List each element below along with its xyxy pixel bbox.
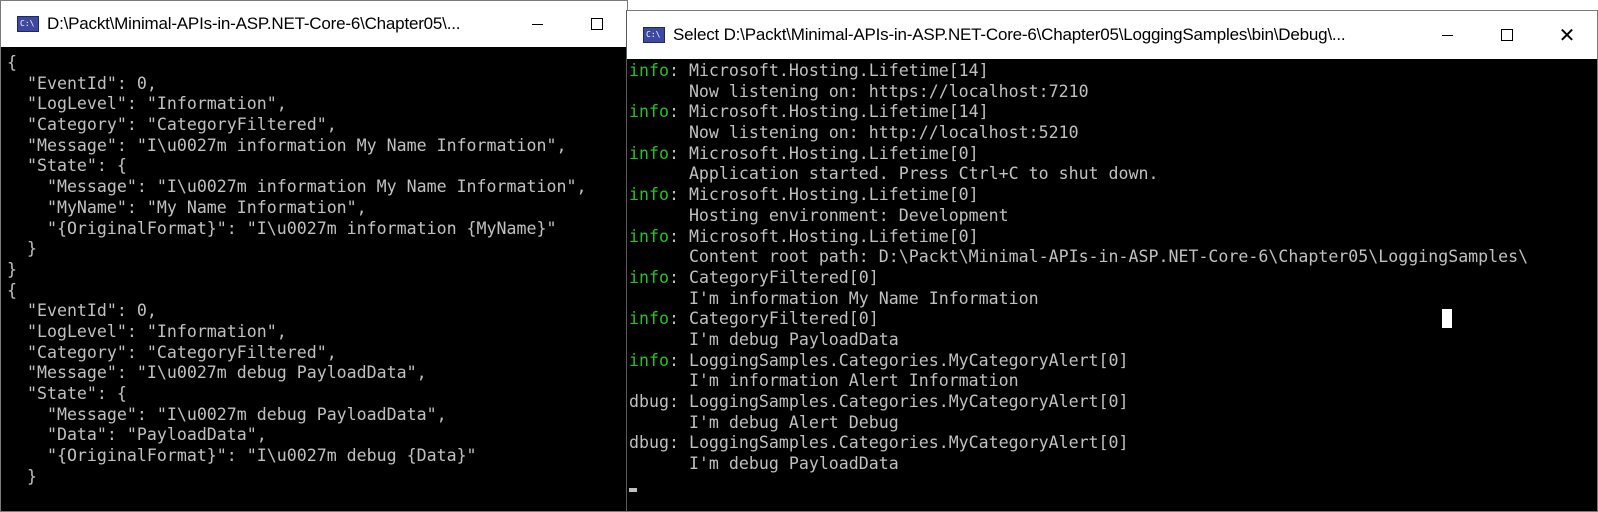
log-message: : LoggingSamples.Categories.MyCategoryAl… xyxy=(668,392,1129,411)
log-level-label: info xyxy=(629,143,669,163)
console-line: "EventId": 0, xyxy=(7,73,157,93)
log-line: info: Microsoft.Hosting.Lifetime[14] xyxy=(629,61,1597,82)
log-message: : LoggingSamples.Categories.MyCategoryAl… xyxy=(668,350,1129,370)
log-message: I'm information My Name Information xyxy=(629,288,1039,308)
log-line: Hosting environment: Development xyxy=(629,206,1597,227)
console-line: { xyxy=(7,280,17,300)
console-line: "{OriginalFormat}": "I\u0027m debug {Dat… xyxy=(7,446,477,466)
log-message: Now listening on: https://localhost:7210 xyxy=(629,81,1089,101)
text-cursor xyxy=(629,488,637,492)
console-app-icon xyxy=(17,16,39,32)
console-line: "State": { xyxy=(7,384,127,403)
log-message: : CategoryFiltered[0] xyxy=(668,267,879,287)
log-line: I'm information Alert Information xyxy=(629,371,1597,392)
console-line: "MyName": "My Name Information", xyxy=(7,197,367,217)
console-line: "Category": "CategoryFiltered", xyxy=(7,342,337,362)
log-message: Application started. Press Ctrl+C to shu… xyxy=(629,164,1159,184)
log-line: info: Microsoft.Hosting.Lifetime[0] xyxy=(629,144,1597,165)
log-message: : CategoryFiltered[0] xyxy=(668,309,879,329)
left-window-title: D:\Packt\Minimal-APIs-in-ASP.NET-Core-6\… xyxy=(47,14,461,33)
log-message: : Microsoft.Hosting.Lifetime[0] xyxy=(668,143,979,163)
console-line: "{OriginalFormat}": "I\u0027m informatio… xyxy=(7,218,557,238)
log-line: Content root path: D:\Packt\Minimal-APIs… xyxy=(629,247,1597,268)
console-line: "Category": "CategoryFiltered", xyxy=(7,115,337,135)
right-window-title: Select D:\Packt\Minimal-APIs-in-ASP.NET-… xyxy=(673,25,1346,44)
console-line: "EventId": 0, xyxy=(7,301,157,321)
close-button[interactable]: ✕ xyxy=(1537,11,1597,59)
console-line: "Message": "I\u0027m debug PayloadData", xyxy=(7,404,447,424)
log-level-label: info xyxy=(629,102,669,122)
log-message: : Microsoft.Hosting.Lifetime[0] xyxy=(668,226,979,246)
log-line: info: Microsoft.Hosting.Lifetime[0] xyxy=(629,227,1597,248)
log-line: info: CategoryFiltered[0] xyxy=(629,268,1597,289)
left-window-titlebar[interactable]: D:\Packt\Minimal-APIs-in-ASP.NET-Core-6\… xyxy=(1,1,627,47)
log-message: : Microsoft.Hosting.Lifetime[14] xyxy=(668,61,989,80)
log-level-label: info xyxy=(629,309,669,329)
minimize-button[interactable] xyxy=(1417,11,1477,59)
right-window-titlebar[interactable]: Select D:\Packt\Minimal-APIs-in-ASP.NET-… xyxy=(627,11,1597,59)
maximize-button[interactable] xyxy=(1477,11,1537,59)
log-message: : Microsoft.Hosting.Lifetime[0] xyxy=(668,185,979,205)
console-line: { xyxy=(7,53,17,72)
log-line: Now listening on: https://localhost:7210 xyxy=(629,82,1597,103)
log-level-label: info xyxy=(629,226,669,246)
left-console-window[interactable]: D:\Packt\Minimal-APIs-in-ASP.NET-Core-6\… xyxy=(0,0,628,512)
minimize-icon xyxy=(1441,34,1453,36)
log-line: dbug: LoggingSamples.Categories.MyCatego… xyxy=(629,392,1597,413)
log-level-label: dbug xyxy=(629,392,669,411)
log-level-label: info xyxy=(629,61,669,80)
console-line: "Message": "I\u0027m debug PayloadData", xyxy=(7,363,427,383)
log-message: Hosting environment: Development xyxy=(629,205,1009,225)
maximize-button[interactable] xyxy=(567,1,627,47)
log-message: : Microsoft.Hosting.Lifetime[14] xyxy=(668,102,989,122)
right-console-window[interactable]: Select D:\Packt\Minimal-APIs-in-ASP.NET-… xyxy=(626,10,1598,512)
console-app-icon xyxy=(643,27,665,43)
log-level-label: info xyxy=(629,185,669,205)
minimize-icon xyxy=(531,23,543,25)
right-console-output[interactable]: info: Microsoft.Hosting.Lifetime[14] Now… xyxy=(627,61,1597,511)
close-icon: ✕ xyxy=(1558,23,1576,47)
log-level-label: info xyxy=(629,350,669,370)
log-line: Application started. Press Ctrl+C to shu… xyxy=(629,164,1597,185)
console-line: } xyxy=(7,259,17,279)
log-message: I'm debug PayloadData xyxy=(629,454,899,474)
log-level-label: info xyxy=(629,267,669,287)
log-message: Now listening on: http://localhost:5210 xyxy=(629,123,1079,143)
maximize-icon xyxy=(591,18,603,30)
log-line: I'm debug PayloadData xyxy=(629,454,1597,475)
left-console-output[interactable]: { "EventId": 0, "LogLevel": "Information… xyxy=(1,53,627,511)
maximize-icon xyxy=(1501,29,1513,41)
log-line: I'm information My Name Information xyxy=(629,289,1597,310)
selection-cursor xyxy=(1442,309,1452,328)
log-message: : LoggingSamples.Categories.MyCategoryAl… xyxy=(668,433,1129,453)
log-level-label: dbug xyxy=(629,433,669,453)
console-line: "LogLevel": "Information", xyxy=(7,94,287,114)
console-line: "Data": "PayloadData", xyxy=(7,425,267,445)
log-line: Now listening on: http://localhost:5210 xyxy=(629,123,1597,144)
log-message: Content root path: D:\Packt\Minimal-APIs… xyxy=(629,247,1529,267)
log-message: I'm debug Alert Debug xyxy=(629,412,899,432)
log-line: info: Microsoft.Hosting.Lifetime[14] xyxy=(629,102,1597,123)
log-message: I'm information Alert Information xyxy=(629,371,1019,391)
console-line: "Message": "I\u0027m information My Name… xyxy=(7,135,567,155)
log-line: info: LoggingSamples.Categories.MyCatego… xyxy=(629,351,1597,372)
console-line: } xyxy=(7,466,37,486)
minimize-button[interactable] xyxy=(507,1,567,47)
console-line: } xyxy=(7,239,37,259)
log-line: I'm debug PayloadData xyxy=(629,330,1597,351)
log-message: I'm debug PayloadData xyxy=(629,329,899,349)
log-line: I'm debug Alert Debug xyxy=(629,413,1597,434)
log-line: dbug: LoggingSamples.Categories.MyCatego… xyxy=(629,433,1597,454)
console-line: "State": { xyxy=(7,156,127,176)
console-line: "LogLevel": "Information", xyxy=(7,321,287,341)
console-line: "Message": "I\u0027m information My Name… xyxy=(7,177,587,197)
log-line: info: Microsoft.Hosting.Lifetime[0] xyxy=(629,185,1597,206)
